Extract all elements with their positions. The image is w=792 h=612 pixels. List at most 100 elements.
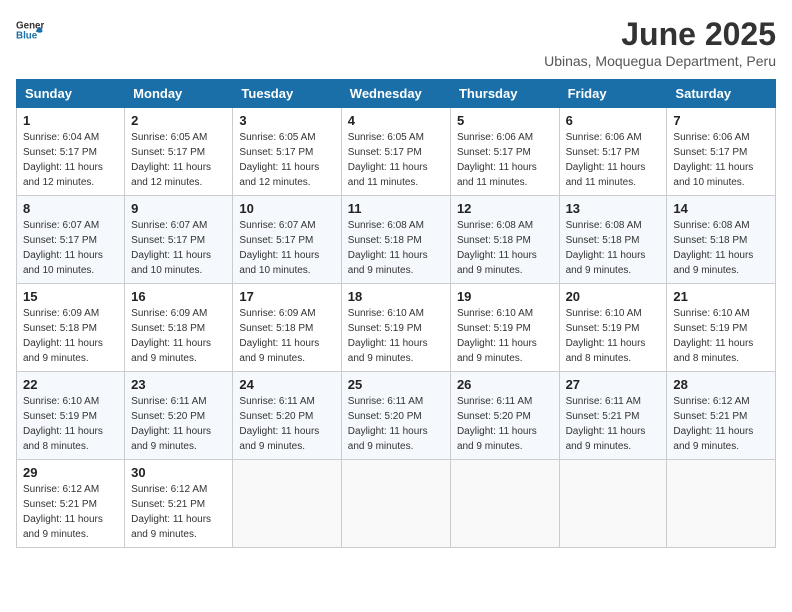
day-info: Sunrise: 6:10 AMSunset: 5:19 PMDaylight:…: [348, 306, 444, 366]
calendar-cell: 28 Sunrise: 6:12 AMSunset: 5:21 PMDayligh…: [667, 372, 776, 460]
calendar-cell: [559, 460, 667, 548]
calendar-cell: 27 Sunrise: 6:11 AMSunset: 5:21 PMDayligh…: [559, 372, 667, 460]
day-info: Sunrise: 6:09 AMSunset: 5:18 PMDaylight:…: [23, 306, 118, 366]
calendar-cell: 4 Sunrise: 6:05 AMSunset: 5:17 PMDaylight…: [341, 108, 450, 196]
day-info: Sunrise: 6:11 AMSunset: 5:20 PMDaylight:…: [457, 394, 553, 454]
day-number: 23: [131, 377, 226, 392]
day-number: 24: [239, 377, 334, 392]
calendar-week-row: 15 Sunrise: 6:09 AMSunset: 5:18 PMDayligh…: [17, 284, 776, 372]
calendar-cell: 24 Sunrise: 6:11 AMSunset: 5:20 PMDayligh…: [233, 372, 341, 460]
day-number: 8: [23, 201, 118, 216]
column-header-wednesday: Wednesday: [341, 80, 450, 108]
calendar-cell: 13 Sunrise: 6:08 AMSunset: 5:18 PMDayligh…: [559, 196, 667, 284]
calendar-cell: 23 Sunrise: 6:11 AMSunset: 5:20 PMDayligh…: [125, 372, 233, 460]
day-info: Sunrise: 6:11 AMSunset: 5:20 PMDaylight:…: [348, 394, 444, 454]
day-info: Sunrise: 6:11 AMSunset: 5:21 PMDaylight:…: [566, 394, 661, 454]
day-info: Sunrise: 6:11 AMSunset: 5:20 PMDaylight:…: [131, 394, 226, 454]
day-info: Sunrise: 6:10 AMSunset: 5:19 PMDaylight:…: [23, 394, 118, 454]
day-number: 10: [239, 201, 334, 216]
day-info: Sunrise: 6:06 AMSunset: 5:17 PMDaylight:…: [673, 130, 769, 190]
calendar-cell: [667, 460, 776, 548]
day-info: Sunrise: 6:05 AMSunset: 5:17 PMDaylight:…: [239, 130, 334, 190]
calendar-cell: 25 Sunrise: 6:11 AMSunset: 5:20 PMDayligh…: [341, 372, 450, 460]
day-info: Sunrise: 6:12 AMSunset: 5:21 PMDaylight:…: [673, 394, 769, 454]
column-header-tuesday: Tuesday: [233, 80, 341, 108]
column-header-saturday: Saturday: [667, 80, 776, 108]
calendar-cell: 9Sunrise: 6:07 AMSunset: 5:17 PMDaylight…: [125, 196, 233, 284]
day-number: 19: [457, 289, 553, 304]
day-number: 15: [23, 289, 118, 304]
day-info: Sunrise: 6:07 AMSunset: 5:17 PMDaylight:…: [239, 218, 334, 278]
day-info: Sunrise: 6:12 AMSunset: 5:21 PMDaylight:…: [131, 482, 226, 542]
day-number: 17: [239, 289, 334, 304]
calendar-week-row: 8 Sunrise: 6:07 AMSunset: 5:17 PMDaylight…: [17, 196, 776, 284]
day-number: 13: [566, 201, 661, 216]
calendar-cell: 6 Sunrise: 6:06 AMSunset: 5:17 PMDaylight…: [559, 108, 667, 196]
day-number: 26: [457, 377, 553, 392]
day-info: Sunrise: 6:04 AMSunset: 5:17 PMDaylight:…: [23, 130, 118, 190]
location-title: Ubinas, Moquegua Department, Peru: [544, 53, 776, 69]
calendar-cell: [450, 460, 559, 548]
day-number: 1: [23, 113, 118, 128]
calendar-cell: 15 Sunrise: 6:09 AMSunset: 5:18 PMDayligh…: [17, 284, 125, 372]
day-number: 7: [673, 113, 769, 128]
calendar-cell: 3 Sunrise: 6:05 AMSunset: 5:17 PMDaylight…: [233, 108, 341, 196]
column-header-thursday: Thursday: [450, 80, 559, 108]
day-info: Sunrise: 6:10 AMSunset: 5:19 PMDaylight:…: [673, 306, 769, 366]
logo: General Blue: [16, 16, 44, 44]
page-header: General Blue June 2025 Ubinas, Moquegua …: [16, 16, 776, 69]
day-number: 27: [566, 377, 661, 392]
day-number: 14: [673, 201, 769, 216]
day-info: Sunrise: 6:05 AMSunset: 5:17 PMDaylight:…: [348, 130, 444, 190]
title-area: June 2025 Ubinas, Moquegua Department, P…: [544, 16, 776, 69]
logo-icon: General Blue: [16, 16, 44, 44]
day-number: 2: [131, 113, 226, 128]
day-number: 29: [23, 465, 118, 480]
column-header-sunday: Sunday: [17, 80, 125, 108]
day-info: Sunrise: 6:09 AMSunset: 5:18 PMDaylight:…: [131, 306, 226, 366]
day-number: 9: [131, 201, 226, 216]
day-number: 4: [348, 113, 444, 128]
calendar-cell: [233, 460, 341, 548]
day-number: 6: [566, 113, 661, 128]
calendar-cell: 26 Sunrise: 6:11 AMSunset: 5:20 PMDayligh…: [450, 372, 559, 460]
calendar-cell: 12 Sunrise: 6:08 AMSunset: 5:18 PMDayligh…: [450, 196, 559, 284]
day-number: 21: [673, 289, 769, 304]
day-number: 18: [348, 289, 444, 304]
day-number: 28: [673, 377, 769, 392]
calendar-cell: 21 Sunrise: 6:10 AMSunset: 5:19 PMDayligh…: [667, 284, 776, 372]
calendar-header-row: SundayMondayTuesdayWednesdayThursdayFrid…: [17, 80, 776, 108]
day-number: 11: [348, 201, 444, 216]
calendar-cell: 18 Sunrise: 6:10 AMSunset: 5:19 PMDayligh…: [341, 284, 450, 372]
calendar-week-row: 29 Sunrise: 6:12 AMSunset: 5:21 PMDayligh…: [17, 460, 776, 548]
day-number: 25: [348, 377, 444, 392]
calendar-cell: 10 Sunrise: 6:07 AMSunset: 5:17 PMDayligh…: [233, 196, 341, 284]
calendar-cell: 19Sunrise: 6:10 AMSunset: 5:19 PMDayligh…: [450, 284, 559, 372]
calendar-cell: 29 Sunrise: 6:12 AMSunset: 5:21 PMDayligh…: [17, 460, 125, 548]
day-number: 16: [131, 289, 226, 304]
day-number: 20: [566, 289, 661, 304]
day-info: Sunrise: 6:11 AMSunset: 5:20 PMDaylight:…: [239, 394, 334, 454]
calendar-cell: 1 Sunrise: 6:04 AMSunset: 5:17 PMDaylight…: [17, 108, 125, 196]
calendar-cell: 17 Sunrise: 6:09 AMSunset: 5:18 PMDayligh…: [233, 284, 341, 372]
month-title: June 2025: [544, 16, 776, 53]
svg-text:Blue: Blue: [16, 30, 38, 41]
calendar-cell: 2 Sunrise: 6:05 AMSunset: 5:17 PMDaylight…: [125, 108, 233, 196]
day-info: Sunrise: 6:05 AMSunset: 5:17 PMDaylight:…: [131, 130, 226, 190]
day-info: Sunrise: 6:08 AMSunset: 5:18 PMDaylight:…: [566, 218, 661, 278]
day-info: Sunrise: 6:12 AMSunset: 5:21 PMDaylight:…: [23, 482, 118, 542]
day-info: Sunrise: 6:06 AMSunset: 5:17 PMDaylight:…: [566, 130, 661, 190]
day-info: Sunrise: 6:08 AMSunset: 5:18 PMDaylight:…: [673, 218, 769, 278]
day-info: Sunrise: 6:10 AMSunset: 5:19 PMDaylight:…: [566, 306, 661, 366]
calendar-cell: 16 Sunrise: 6:09 AMSunset: 5:18 PMDayligh…: [125, 284, 233, 372]
day-number: 3: [239, 113, 334, 128]
day-number: 5: [457, 113, 553, 128]
calendar-cell: 8Sunrise: 6:07 AMSunset: 5:17 PMDaylight…: [17, 196, 125, 284]
day-info: Sunrise: 6:09 AMSunset: 5:18 PMDaylight:…: [239, 306, 334, 366]
calendar-cell: [341, 460, 450, 548]
day-number: 12: [457, 201, 553, 216]
day-number: 30: [131, 465, 226, 480]
day-info: Sunrise: 6:08 AMSunset: 5:18 PMDaylight:…: [457, 218, 553, 278]
calendar-week-row: 22Sunrise: 6:10 AMSunset: 5:19 PMDayligh…: [17, 372, 776, 460]
column-header-friday: Friday: [559, 80, 667, 108]
